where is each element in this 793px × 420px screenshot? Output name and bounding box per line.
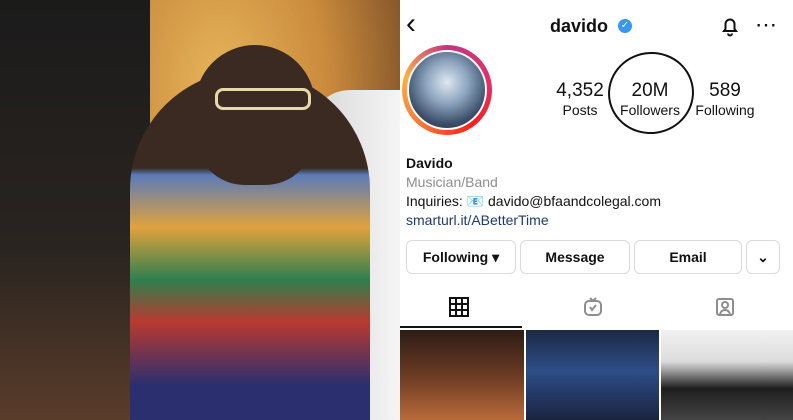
category: Musician/Band xyxy=(406,174,498,190)
instagram-profile: ‹ davido ✓ ⋯ 4,352 Posts 20M Followers 5… xyxy=(400,0,793,420)
back-icon[interactable]: ‹ xyxy=(406,9,436,40)
email-button[interactable]: Email xyxy=(634,240,742,274)
followers-label: Followers xyxy=(620,102,680,118)
followers-count: 20M xyxy=(631,80,669,101)
tagged-tab-icon[interactable] xyxy=(714,296,736,318)
avatar[interactable] xyxy=(407,50,487,130)
post-thumbnail[interactable] xyxy=(400,330,524,420)
photo-glasses xyxy=(215,88,311,110)
suggested-dropdown-button[interactable]: ⌄ xyxy=(746,240,780,274)
photo-background xyxy=(0,0,150,420)
following-label: Following xyxy=(695,102,755,118)
inquiries-line: Inquiries: 📧 davido@bfaandcolegal.com xyxy=(406,193,662,209)
bio: Davido Musician/Band Inquiries: 📧 davido… xyxy=(406,154,786,230)
username: davido xyxy=(550,16,609,36)
posts-grid xyxy=(400,330,793,420)
active-tab-indicator xyxy=(400,326,522,328)
avatar-story-ring[interactable] xyxy=(402,45,492,135)
more-options-icon[interactable]: ⋯ xyxy=(755,12,778,38)
posts-stat[interactable]: 4,352 Posts xyxy=(545,80,615,118)
igtv-tab-icon[interactable] xyxy=(582,296,604,318)
content-tabs xyxy=(400,290,793,328)
grid-tab-icon[interactable] xyxy=(448,296,470,318)
post-thumbnail[interactable] xyxy=(526,330,659,420)
display-name: Davido xyxy=(406,155,453,171)
following-stat[interactable]: 589 Following xyxy=(685,80,765,118)
profile-photo xyxy=(0,0,400,420)
verified-icon: ✓ xyxy=(618,19,632,33)
notification-bell-icon[interactable] xyxy=(718,14,742,38)
bio-link[interactable]: smarturl.it/ABetterTime xyxy=(406,211,786,230)
photo-face xyxy=(195,45,315,185)
posts-label: Posts xyxy=(562,102,598,118)
message-button[interactable]: Message xyxy=(520,240,630,274)
following-button[interactable]: Following ▾ xyxy=(406,240,516,274)
following-count: 589 xyxy=(709,80,741,101)
followers-stat[interactable]: 20M Followers xyxy=(610,80,690,118)
posts-count: 4,352 xyxy=(556,80,604,101)
post-thumbnail[interactable] xyxy=(661,330,793,420)
